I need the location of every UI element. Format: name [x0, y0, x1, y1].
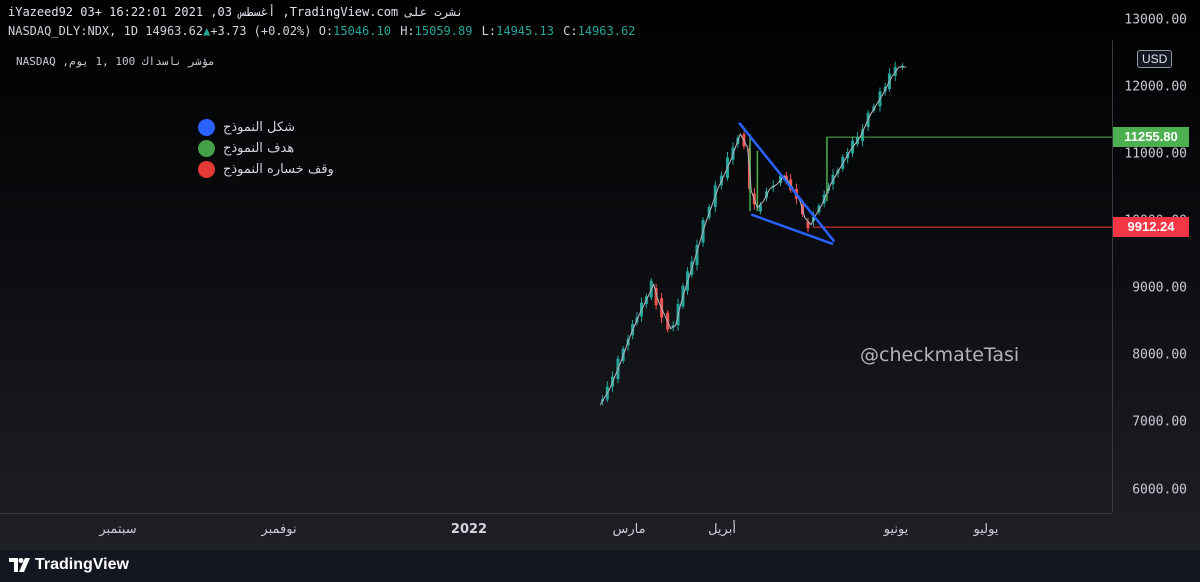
tradingview-icon — [9, 558, 30, 572]
tradingview-brand: TradingView — [35, 556, 129, 573]
tradingview-logo[interactable]: TradingView — [9, 556, 129, 574]
price-chart-plot[interactable] — [0, 0, 1200, 550]
annotation-layer — [599, 66, 1112, 406]
pattern-lower-trendline — [750, 213, 834, 246]
price-path-line — [599, 66, 907, 406]
candle — [901, 63, 905, 70]
candle-layer — [600, 61, 905, 406]
footer-bar: TradingView — [0, 550, 1200, 582]
stop-price-label: 9912.24 — [1113, 217, 1189, 238]
target-price-label: 11255.80 — [1113, 127, 1189, 148]
pattern-upper-trendline — [738, 121, 836, 243]
candle — [861, 123, 865, 147]
